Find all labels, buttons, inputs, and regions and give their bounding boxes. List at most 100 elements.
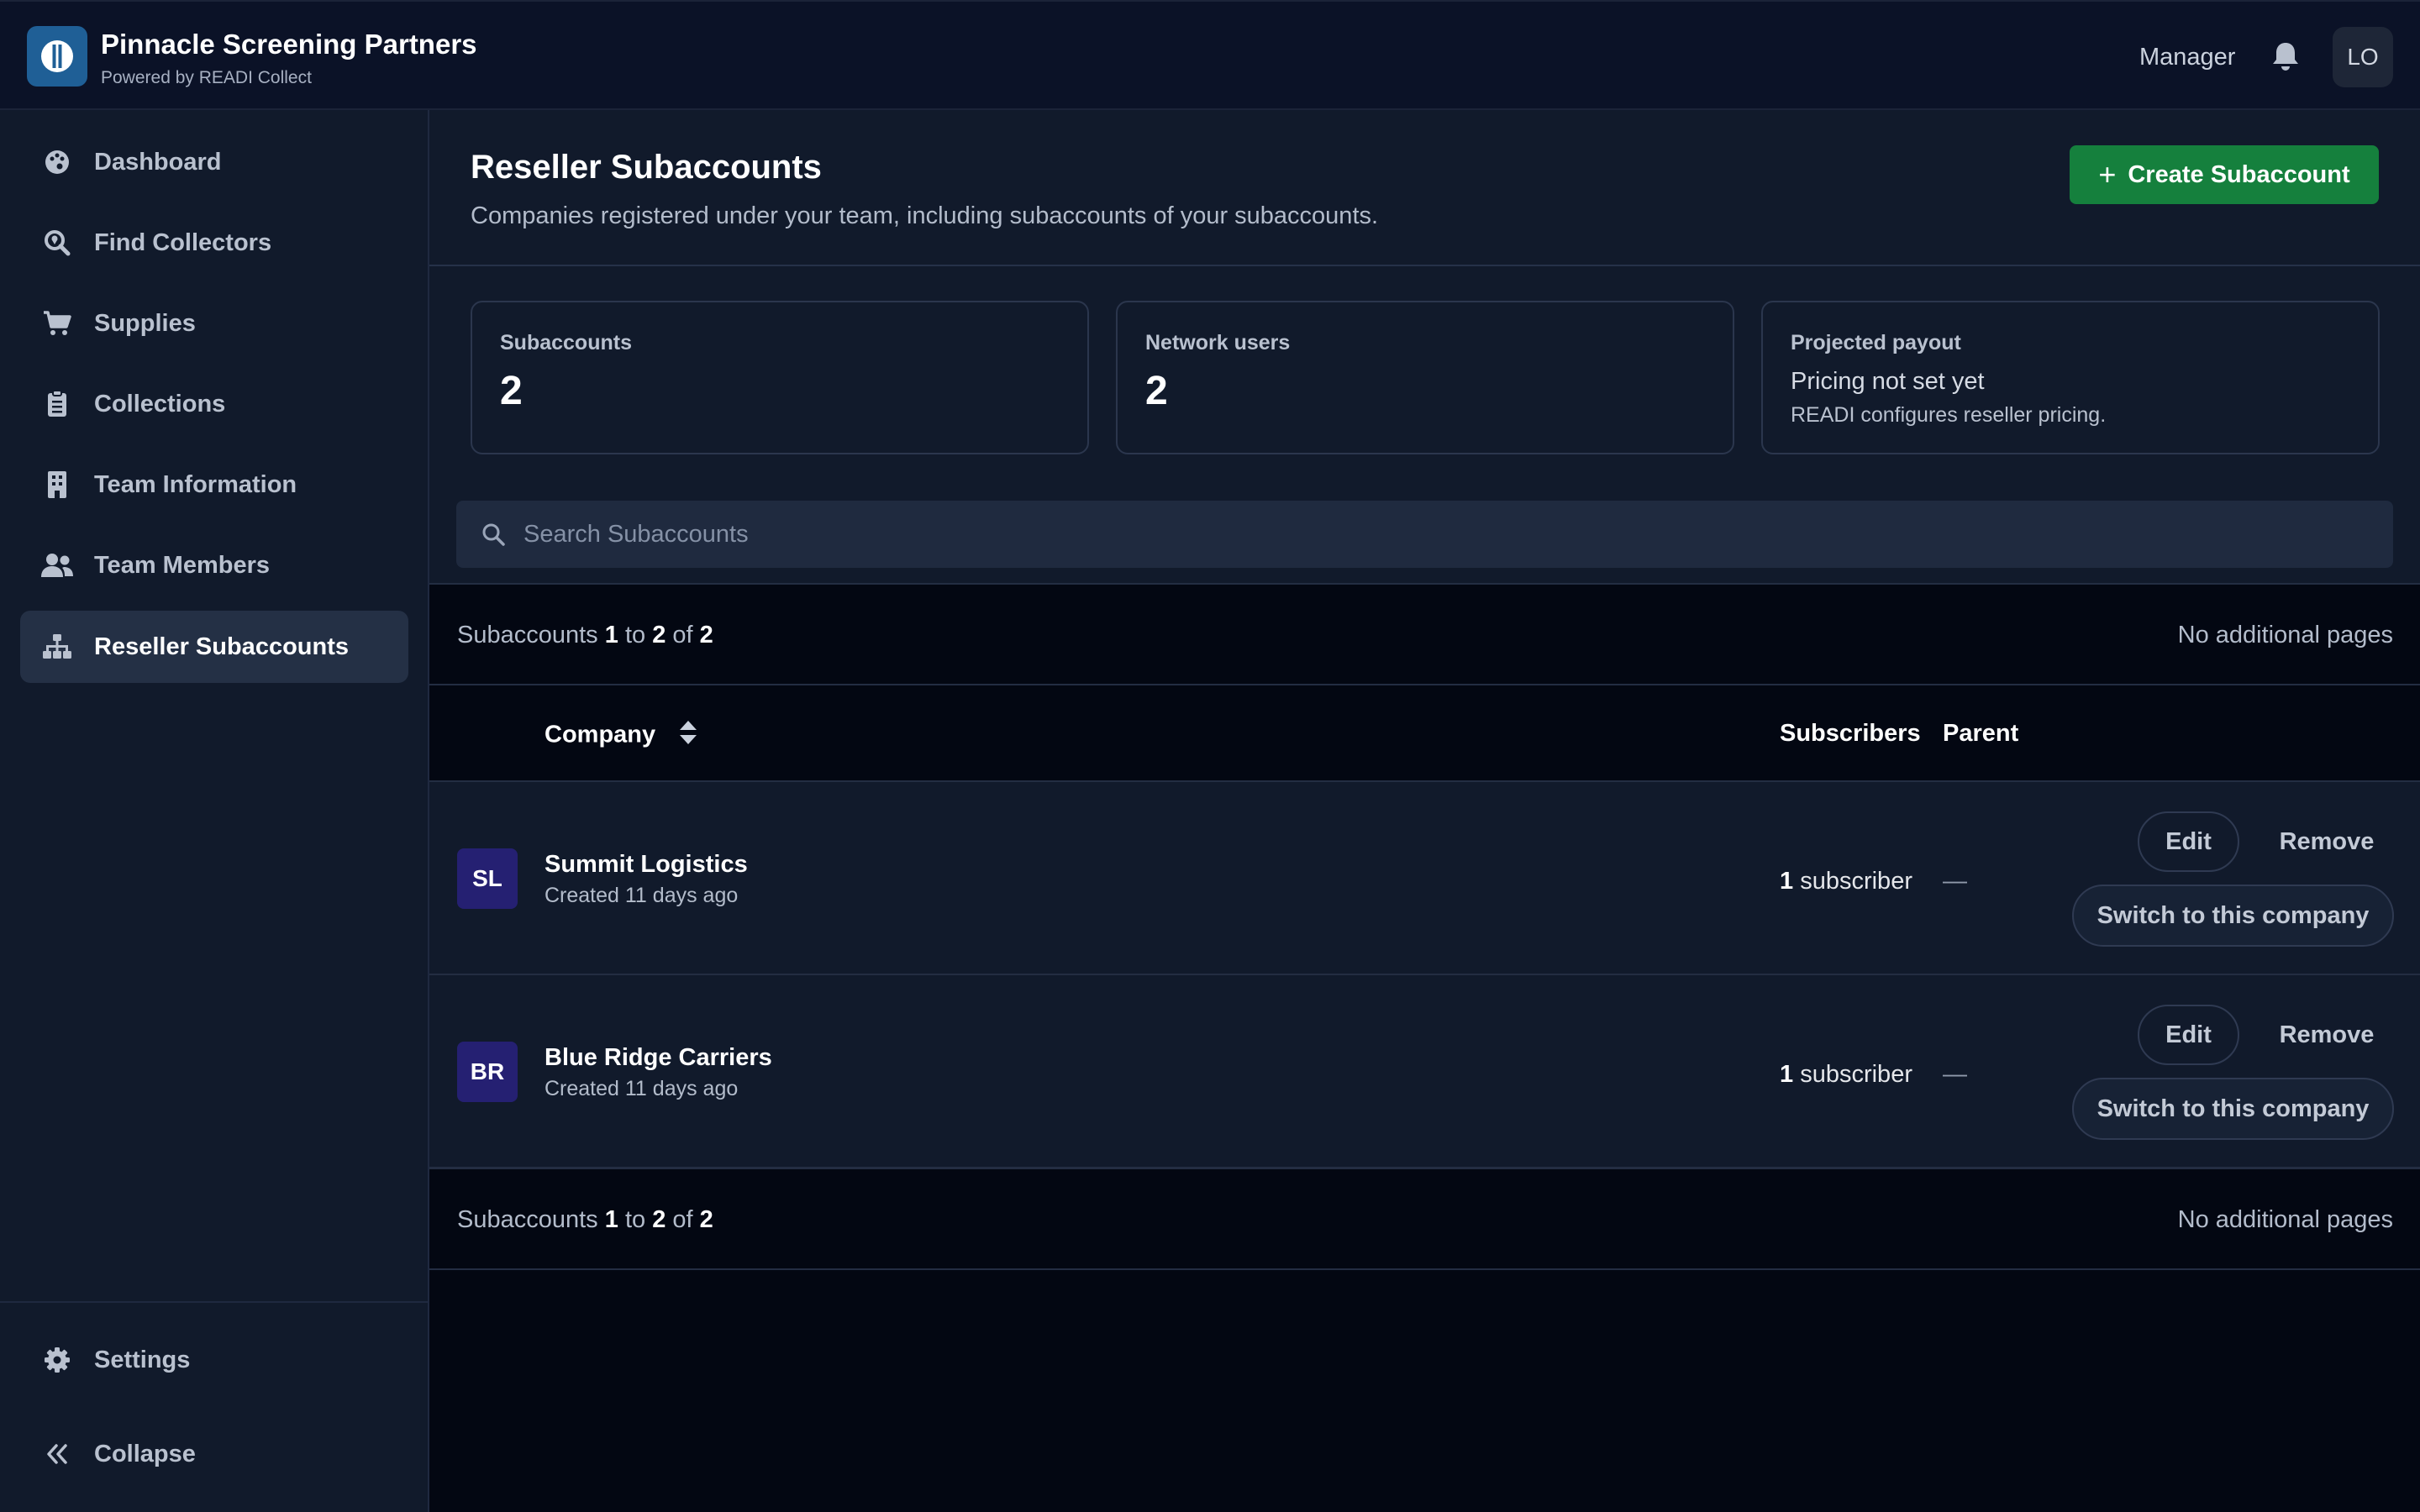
- search-input[interactable]: [523, 509, 2393, 559]
- app-subtitle: Powered by READI Collect: [101, 68, 312, 87]
- sidebar-item-label: Dashboard: [94, 148, 222, 176]
- pagination-to: 2: [652, 622, 666, 648]
- stat-label: Subaccounts: [500, 331, 632, 354]
- sidebar-item-label: Collapse: [94, 1440, 196, 1467]
- sidebar-item-label: Supplies: [94, 309, 196, 337]
- sidebar-item-label: Collections: [94, 390, 226, 417]
- app-title: Pinnacle Screening Partners: [101, 29, 477, 60]
- sidebar-item-label: Reseller Subaccounts: [94, 633, 349, 660]
- pagination-from: 1: [604, 622, 618, 648]
- pagination-pages-note: No additional pages: [2177, 622, 2393, 648]
- pagination-summary: Subaccounts 1 to 2 of 2: [457, 1206, 713, 1234]
- bell-icon[interactable]: [2269, 39, 2302, 73]
- clipboard-icon: [40, 387, 74, 421]
- pagination-prefix: Subaccounts: [457, 1206, 598, 1233]
- subscriber-number: 1: [1780, 868, 1794, 895]
- remove-button[interactable]: Remove: [2260, 1005, 2394, 1065]
- company-created: Created 11 days ago: [544, 884, 739, 907]
- search-bar[interactable]: [456, 501, 2393, 568]
- column-header-subscribers: Subscribers: [1780, 720, 1921, 747]
- sidebar-item-settings[interactable]: Settings: [20, 1324, 408, 1396]
- sidebar-item-find-collectors[interactable]: Find Collectors: [20, 207, 408, 279]
- column-header-company[interactable]: Company: [544, 720, 697, 752]
- pagination-bottom: Subaccounts 1 to 2 of 2 No additional pa…: [429, 1168, 2420, 1270]
- stat-card-subaccounts: Subaccounts 2: [471, 301, 1089, 454]
- sidebar-divider: [0, 1301, 428, 1303]
- stat-note: READI configures reseller pricing.: [1791, 403, 2107, 427]
- brand-logo-icon[interactable]: [27, 26, 87, 87]
- create-subaccount-button[interactable]: + Create Subaccount: [2070, 145, 2379, 204]
- pagination-to-word: to: [624, 1206, 646, 1233]
- stats-section: Subaccounts 2 Network users 2 Projected …: [429, 266, 2420, 585]
- subscriber-count: 1 subscriber: [1780, 868, 1912, 895]
- sidebar-item-label: Find Collectors: [94, 228, 272, 256]
- subscriber-word: subscriber: [1800, 868, 1912, 895]
- sidebar-item-team-information[interactable]: Team Information: [20, 449, 408, 521]
- role-label: Manager: [2139, 44, 2236, 71]
- cart-icon: [40, 307, 74, 340]
- pagination-summary: Subaccounts 1 to 2 of 2: [457, 622, 713, 649]
- plus-icon: +: [2098, 157, 2117, 192]
- sidebar-item-label: Team Members: [94, 551, 270, 579]
- sidebar-item-supplies[interactable]: Supplies: [20, 287, 408, 360]
- column-company-label: Company: [544, 721, 656, 748]
- sidebar-item-label: Settings: [94, 1346, 191, 1373]
- page-header: Reseller Subaccounts Companies registere…: [429, 110, 2420, 266]
- column-header-parent: Parent: [1943, 720, 2019, 747]
- switch-company-button[interactable]: Switch to this company: [2072, 885, 2394, 947]
- sitemap-icon: [40, 630, 74, 664]
- edit-button[interactable]: Edit: [2138, 811, 2239, 872]
- pagination-to: 2: [652, 1206, 666, 1233]
- company-avatar: BR: [457, 1042, 518, 1102]
- stat-label: Projected payout: [1791, 331, 1961, 354]
- table-row: BR Blue Ridge Carriers Created 11 days a…: [429, 975, 2420, 1168]
- search-icon: [480, 521, 507, 548]
- parent-value: —: [1943, 1061, 1967, 1088]
- pagination-to-word: to: [624, 622, 646, 648]
- sort-icon[interactable]: [679, 720, 697, 752]
- search-location-icon: [40, 226, 74, 260]
- building-icon: [40, 468, 74, 501]
- stat-value: 2: [500, 369, 523, 413]
- company-created: Created 11 days ago: [544, 1077, 739, 1100]
- pagination-prefix: Subaccounts: [457, 622, 598, 648]
- chevrons-left-icon: [40, 1437, 74, 1471]
- main-content: Reseller Subaccounts Companies registere…: [429, 110, 2420, 1512]
- pagination-top: Subaccounts 1 to 2 of 2 No additional pa…: [429, 583, 2420, 685]
- sidebar-collapse-button[interactable]: Collapse: [20, 1418, 408, 1490]
- pagination-of-word: of: [672, 622, 693, 648]
- stat-value: Pricing not set yet: [1791, 368, 1985, 395]
- company-avatar: SL: [457, 848, 518, 909]
- user-avatar[interactable]: LO: [2333, 27, 2393, 87]
- pagination-from: 1: [604, 1206, 618, 1233]
- page-title: Reseller Subaccounts: [471, 149, 822, 186]
- sidebar-item-label: Team Information: [94, 470, 297, 498]
- pagination-total: 2: [699, 1206, 713, 1233]
- gear-icon: [40, 1343, 74, 1377]
- stat-value: 2: [1145, 369, 1168, 413]
- edit-button[interactable]: Edit: [2138, 1005, 2239, 1065]
- table-header: Company Subscribers Parent: [429, 686, 2420, 782]
- table-row: SL Summit Logistics Created 11 days ago …: [429, 782, 2420, 975]
- company-name: Blue Ridge Carriers: [544, 1044, 772, 1071]
- page-subtitle: Companies registered under your team, in…: [471, 202, 1379, 229]
- users-icon: [40, 549, 74, 582]
- sidebar-item-team-members[interactable]: Team Members: [20, 529, 408, 601]
- sidebar-item-reseller-subaccounts[interactable]: Reseller Subaccounts: [20, 611, 408, 683]
- subscriber-count: 1 subscriber: [1780, 1061, 1912, 1089]
- sidebar: Dashboard Find Collectors Supplies Colle…: [0, 110, 429, 1512]
- sidebar-item-dashboard[interactable]: Dashboard: [20, 126, 408, 198]
- sidebar-item-collections[interactable]: Collections: [20, 368, 408, 440]
- stat-label: Network users: [1145, 331, 1291, 354]
- subscriber-number: 1: [1780, 1061, 1794, 1088]
- pagination-total: 2: [699, 622, 713, 648]
- pagination-of-word: of: [672, 1206, 693, 1233]
- switch-company-button[interactable]: Switch to this company: [2072, 1078, 2394, 1140]
- subscriber-word: subscriber: [1800, 1061, 1912, 1088]
- company-name: Summit Logistics: [544, 851, 748, 878]
- pagination-pages-note: No additional pages: [2177, 1206, 2393, 1233]
- stat-card-projected-payout: Projected payout Pricing not set yet REA…: [1761, 301, 2380, 454]
- remove-button[interactable]: Remove: [2260, 811, 2394, 872]
- parent-value: —: [1943, 868, 1967, 895]
- top-bar: Pinnacle Screening Partners Powered by R…: [0, 0, 2420, 110]
